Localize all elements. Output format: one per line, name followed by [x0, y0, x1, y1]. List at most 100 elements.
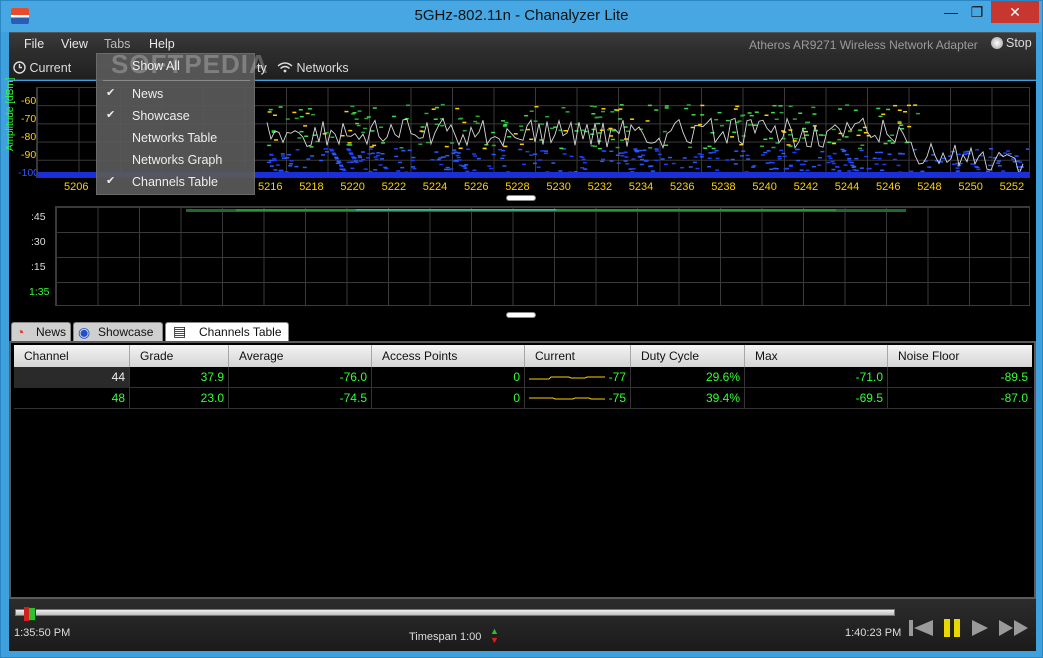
noise-mark	[349, 153, 354, 156]
waterfall-splitter-handle[interactable]	[506, 312, 536, 318]
noise-mark	[697, 153, 702, 155]
noise-mark	[374, 158, 379, 161]
signal-mark	[890, 142, 895, 144]
column-header[interactable]: Max	[745, 345, 888, 367]
networks-view-label: Networks	[296, 61, 349, 75]
signal-mark	[381, 142, 386, 144]
noise-mark	[281, 157, 286, 160]
stop-button[interactable]: Stop	[991, 36, 1032, 50]
signal-mark	[268, 108, 273, 111]
tabs-menu-item-label: Showcase	[132, 109, 190, 123]
signal-mark	[297, 137, 302, 139]
tabs-menu-item[interactable]: ✔ Showcase	[97, 108, 254, 128]
signal-mark	[348, 129, 353, 132]
maximize-button[interactable]: ❐	[964, 1, 990, 23]
access-points-cell: 0	[372, 388, 525, 409]
noise-mark	[734, 150, 739, 152]
column-header[interactable]: Grade	[130, 345, 229, 367]
menu-view[interactable]: View	[61, 37, 88, 51]
tab-channels-table[interactable]: ▤ Channels Table	[165, 322, 289, 341]
noise-mark	[760, 154, 765, 156]
minimize-button[interactable]: —	[938, 1, 964, 23]
networks-view-button[interactable]: Networks	[277, 61, 349, 75]
column-header[interactable]: Duty Cycle	[631, 345, 745, 367]
density-view-button[interactable]: ty	[257, 61, 267, 75]
noise-mark	[847, 157, 852, 160]
signal-mark	[559, 147, 564, 150]
column-header[interactable]: Average	[229, 345, 372, 367]
signal-mark	[307, 108, 312, 110]
noise-mark	[680, 166, 685, 169]
timespan-stepper[interactable]: ▲ ▼	[490, 627, 499, 645]
skip-back-icon[interactable]	[907, 617, 935, 639]
table-row[interactable]: 48 23.0 -74.5 0 -75 39.4% -69.5 -87.0	[14, 388, 1032, 409]
noise-mark	[522, 163, 527, 166]
signal-mark	[897, 109, 902, 112]
signal-mark	[717, 111, 722, 114]
signal-mark	[526, 128, 531, 131]
column-header[interactable]: Channel	[14, 345, 130, 367]
signal-mark	[561, 107, 566, 109]
timespan-down-icon[interactable]: ▼	[490, 636, 499, 645]
noise-mark	[449, 168, 454, 170]
noise-mark	[336, 160, 341, 163]
pause-icon[interactable]	[941, 617, 965, 639]
noise-mark	[811, 165, 816, 168]
spectrum-splitter-handle[interactable]	[506, 195, 536, 201]
column-header[interactable]: Current	[525, 345, 631, 367]
fast-forward-icon[interactable]	[997, 617, 1031, 639]
noise-mark	[725, 159, 730, 161]
noise-mark	[877, 157, 882, 160]
max-cell: -69.5	[745, 388, 888, 409]
column-header[interactable]: Access Points	[372, 345, 525, 367]
frequency-tick: 5248	[917, 181, 942, 193]
tabs-menu-item[interactable]: Show All	[97, 58, 254, 78]
tabs-menu-item[interactable]: ✔ Channels Table	[97, 174, 254, 194]
playback-slider-track[interactable]	[15, 609, 895, 616]
noise-mark	[476, 157, 481, 160]
menu-help[interactable]: Help	[149, 37, 175, 51]
waterfall-plot[interactable]	[55, 206, 1030, 306]
playback-slider-thumb[interactable]	[23, 607, 36, 621]
tabs-menu-item[interactable]: ✔ News	[97, 86, 254, 106]
noise-mark	[601, 150, 606, 152]
signal-mark	[330, 136, 335, 139]
noise-mark	[693, 156, 698, 158]
column-header[interactable]: Noise Floor	[888, 345, 1032, 367]
signal-mark	[611, 129, 616, 132]
menu-file[interactable]: File	[24, 37, 44, 51]
frequency-tick: 5216	[258, 181, 283, 193]
noise-mark	[872, 157, 877, 160]
menu-tabs[interactable]: Tabs	[104, 37, 130, 51]
noise-mark	[347, 149, 352, 152]
noise-mark	[334, 156, 339, 159]
amplitude-axis-label: Amplitude [dBm]	[5, 77, 16, 151]
play-icon[interactable]	[969, 617, 991, 639]
signal-mark	[363, 127, 368, 130]
noise-mark	[620, 155, 625, 157]
signal-mark	[747, 112, 752, 114]
noise-mark	[445, 154, 450, 157]
noise-mark	[795, 148, 800, 151]
noise-mark	[375, 154, 380, 157]
noise-mark	[401, 149, 406, 152]
tab-showcase[interactable]: ◉ Showcase	[73, 322, 163, 341]
title-bar[interactable]: 5GHz-802.11n - Chanalyzer Lite — ❐ ✕	[1, 1, 1042, 32]
signal-mark	[703, 147, 708, 149]
table-row[interactable]: 44 37.9 -76.0 0 -77 29.6% -71.0 -89.5	[14, 367, 1032, 388]
tabs-menu-item[interactable]: Networks Table	[97, 130, 254, 150]
noise-mark	[551, 162, 556, 164]
noise-mark	[289, 160, 294, 162]
noise-mark	[850, 164, 855, 167]
tab-news[interactable]: ◔ News	[11, 322, 71, 341]
noise-mark	[473, 155, 478, 157]
current-view-button[interactable]: Current	[13, 61, 71, 75]
signal-mark	[354, 118, 359, 120]
noise-mark	[699, 156, 704, 158]
noise-mark	[363, 168, 368, 170]
tabs-menu-item[interactable]: Networks Graph	[97, 152, 254, 172]
close-button[interactable]: ✕	[991, 1, 1039, 23]
noise-mark	[537, 159, 542, 161]
noise-mark	[970, 163, 975, 165]
signal-mark	[700, 104, 705, 107]
